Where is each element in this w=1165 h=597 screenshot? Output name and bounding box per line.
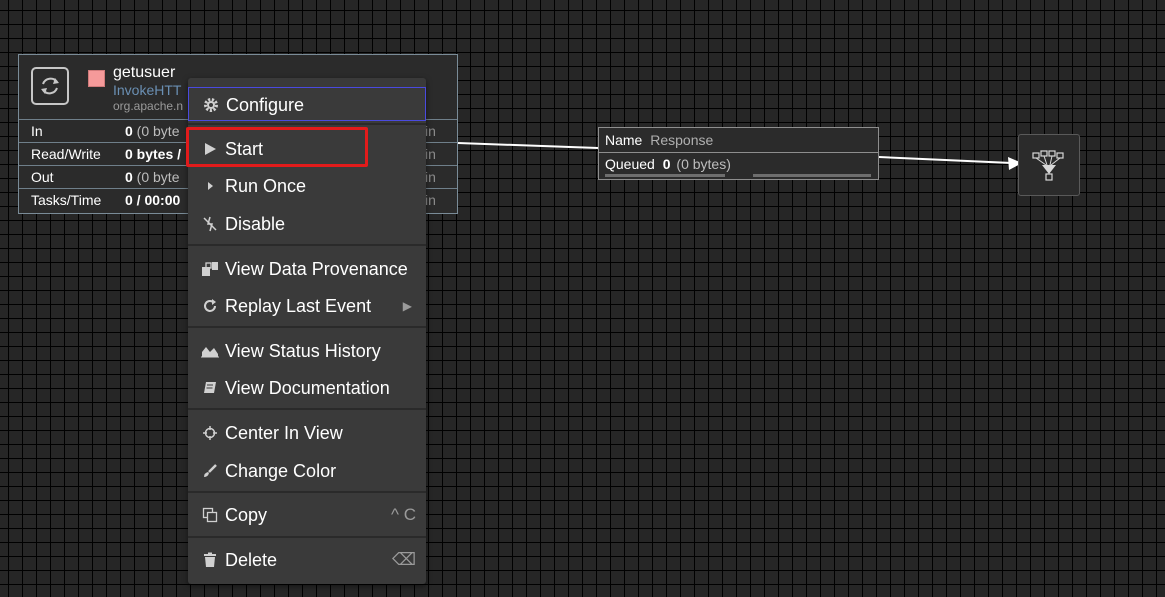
connection-label[interactable]: Name Response Queued 0 (0 bytes) bbox=[598, 127, 879, 180]
connection-name-label: Name bbox=[605, 132, 643, 148]
menu-item-copy[interactable]: Copy ^ C bbox=[188, 498, 426, 532]
connection-divider bbox=[599, 152, 878, 153]
menu-item-run-once[interactable]: Run Once bbox=[188, 169, 426, 203]
menu-item-label: Run Once bbox=[225, 176, 307, 196]
stat-label: Out bbox=[31, 169, 54, 185]
connection-queued-row: Queued 0 (0 bytes) bbox=[605, 156, 731, 172]
menu-item-view-data-provenance[interactable]: View Data Provenance bbox=[188, 252, 426, 286]
stat-window: in bbox=[425, 192, 436, 208]
menu-item-label: Disable bbox=[225, 214, 286, 234]
processor-type[interactable]: InvokeHTT bbox=[113, 82, 181, 98]
menu-item-label: Center In View bbox=[225, 423, 343, 443]
caret-right-icon bbox=[200, 169, 220, 203]
submenu-arrow-icon: ▶ bbox=[402, 299, 412, 313]
menu-item-disable[interactable]: Disable bbox=[188, 207, 426, 241]
menu-item-delete[interactable]: Delete ⌫ bbox=[188, 543, 426, 577]
menu-item-label: Configure bbox=[226, 95, 305, 115]
menu-divider bbox=[188, 491, 426, 493]
crosshair-icon bbox=[200, 416, 220, 450]
menu-item-replay-last-event[interactable]: Replay Last Event ▶ bbox=[188, 289, 426, 323]
menu-divider bbox=[188, 326, 426, 328]
stat-label: Read/Write bbox=[31, 146, 101, 162]
stat-value: 0 bytes / bbox=[125, 146, 182, 162]
copy-shortcut: ^ C bbox=[391, 505, 416, 524]
menu-item-label: View Data Provenance bbox=[225, 259, 408, 279]
funnel[interactable] bbox=[1018, 134, 1080, 196]
start-highlight-box bbox=[186, 127, 368, 167]
book-icon bbox=[200, 371, 220, 405]
stat-value: 0 (0 byte bbox=[125, 169, 180, 185]
gear-icon bbox=[201, 88, 221, 122]
stat-window: in bbox=[425, 123, 436, 139]
menu-divider bbox=[188, 244, 426, 246]
menu-item-view-documentation[interactable]: View Documentation bbox=[188, 371, 426, 405]
delete-shortcut: ⌫ bbox=[391, 550, 416, 569]
menu-item-label: View Documentation bbox=[225, 378, 390, 398]
queue-count-bar bbox=[605, 174, 725, 177]
stat-label: Tasks/Time bbox=[31, 192, 102, 208]
stat-label: In bbox=[31, 123, 43, 139]
stat-value: 0 (0 byte bbox=[125, 123, 180, 139]
funnel-icon bbox=[1032, 150, 1064, 181]
copy-icon bbox=[200, 498, 220, 532]
connection-name-row: Name Response bbox=[605, 132, 713, 152]
stat-value: 0 / 00:00 bbox=[125, 192, 181, 208]
menu-item-change-color[interactable]: Change Color bbox=[188, 454, 426, 488]
area-chart-icon bbox=[200, 334, 220, 368]
menu-item-label: Change Color bbox=[225, 461, 337, 481]
menu-divider bbox=[188, 536, 426, 538]
queued-bytes: (0 bytes) bbox=[676, 156, 731, 172]
menu-item-center-in-view[interactable]: Center In View bbox=[188, 416, 426, 450]
processor-type-icon bbox=[31, 67, 69, 105]
queued-label: Queued bbox=[605, 156, 655, 172]
processor-bundle: org.apache.n bbox=[113, 99, 184, 113]
queue-size-bar bbox=[753, 174, 871, 177]
processor-name: getusuer bbox=[113, 64, 176, 81]
connection-name-value: Response bbox=[650, 132, 714, 148]
disable-icon bbox=[200, 207, 220, 241]
menu-item-label: Replay Last Event bbox=[225, 296, 372, 316]
replay-icon bbox=[200, 289, 220, 323]
connection-line-to-funnel[interactable] bbox=[878, 156, 1013, 164]
stopped-status-icon bbox=[88, 70, 105, 87]
provenance-icon bbox=[200, 252, 220, 286]
connection-line-to-label[interactable] bbox=[457, 142, 599, 149]
menu-item-configure[interactable]: Configure bbox=[188, 87, 426, 121]
menu-divider bbox=[188, 123, 426, 125]
trash-icon bbox=[200, 543, 220, 577]
stat-window: in bbox=[425, 169, 436, 185]
menu-divider bbox=[188, 408, 426, 410]
queued-count: 0 bbox=[662, 156, 671, 172]
menu-item-label: Copy bbox=[225, 505, 268, 525]
menu-item-view-status-history[interactable]: View Status History bbox=[188, 334, 426, 368]
menu-item-label: Delete bbox=[225, 550, 278, 570]
stat-window: in bbox=[425, 146, 436, 162]
paintbrush-icon bbox=[200, 454, 220, 488]
menu-item-label: View Status History bbox=[225, 341, 381, 361]
